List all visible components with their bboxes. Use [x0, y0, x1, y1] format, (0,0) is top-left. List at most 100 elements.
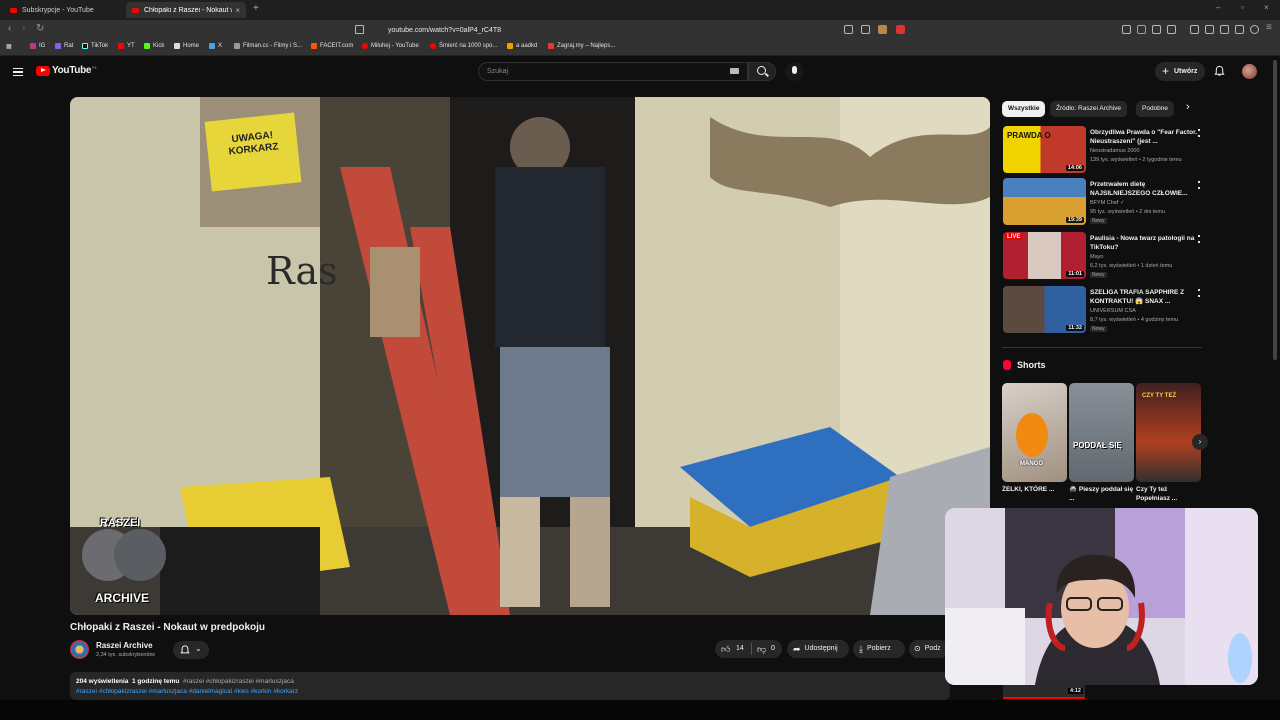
search-input[interactable]: Szukaj — [478, 62, 748, 81]
new-tab-button[interactable]: + — [253, 3, 259, 14]
bookmark-ig[interactable]: IG — [30, 43, 45, 49]
more-options-icon[interactable] — [1198, 129, 1200, 137]
channel-name[interactable]: BFYM Chef ✓ — [1090, 200, 1125, 206]
short-thumbnail[interactable]: CZY TY TEŻ — [1136, 383, 1201, 482]
short-title[interactable]: ŻELKI, KTÓRE ... — [1002, 485, 1067, 505]
media-icon[interactable] — [1190, 25, 1199, 34]
bookmark-faceit[interactable]: FACEIT.com — [311, 43, 353, 49]
close-window-icon[interactable]: × — [1264, 3, 1269, 12]
close-tab-icon[interactable]: × — [235, 6, 240, 15]
bookmark-rat[interactable]: Rat — [55, 43, 73, 49]
reload-icon[interactable]: ↻ — [36, 23, 44, 34]
video-title[interactable]: Obrzydliwa Prawda o "Fear Factor. Nieust… — [1090, 128, 1198, 146]
bookmark-kick[interactable]: Kick — [144, 43, 164, 49]
channel-name[interactable]: Mayo — [1090, 254, 1103, 260]
create-button[interactable]: + Utwórz — [1155, 62, 1205, 81]
extension-badge-icon[interactable] — [896, 25, 905, 34]
back-icon[interactable]: ‹ — [8, 23, 11, 34]
share-button[interactable]: ➦ Udostępnij — [787, 640, 849, 658]
bell-icon — [180, 645, 190, 654]
bookmark-yt[interactable]: YT — [118, 43, 135, 49]
channel-name[interactable]: UNIVERSUM CSA — [1090, 308, 1136, 314]
video-player[interactable]: UWAGA! KORKARZ Ras RASZEI ARCHIVE — [70, 97, 990, 615]
bookmark-filman[interactable]: Filman.cc - Filmy i S... — [234, 43, 302, 49]
chip-all[interactable]: Wszystkie — [1002, 101, 1046, 117]
next-video-mini-thumbnail[interactable]: 4:12 — [1003, 685, 1085, 699]
share-page-icon[interactable] — [861, 25, 870, 34]
tab-current-video[interactable]: Chłopaki z Raszei - Nokaut w × — [126, 2, 246, 18]
chevron-right-icon[interactable]: › — [1186, 101, 1190, 113]
short-thumbnail[interactable]: MANGO — [1002, 383, 1067, 482]
bookmark-home[interactable]: Home — [174, 43, 199, 49]
search-button[interactable] — [748, 62, 776, 81]
bookmark-aadkd[interactable]: a aadkd — [507, 43, 537, 49]
menu-icon[interactable]: ≡ — [1266, 22, 1272, 33]
channel-name[interactable]: Raszei Archive — [96, 641, 153, 650]
url-field[interactable]: youtube.com/watch?v=0alP4_rC4T8 — [368, 24, 908, 37]
apps-grid-icon[interactable]: ▦ — [6, 43, 12, 50]
thanks-button[interactable]: ⊙ Podz — [909, 640, 949, 658]
youtube-favicon-icon — [10, 7, 17, 13]
video-thumbnail[interactable]: LIVE 11:01 — [1003, 232, 1086, 279]
vpn-icon[interactable] — [1122, 25, 1131, 34]
account-avatar[interactable] — [1242, 64, 1257, 79]
short-item[interactable]: PODDAŁ SIĘ 🚔 Pieszy poddał się ... — [1069, 383, 1134, 505]
bookmark-smierc[interactable]: Śmierć na 1000 spo... — [430, 43, 497, 49]
recommendation-item[interactable]: PRAWDA O 14:06 Obrzydliwa Prawda o "Fear… — [1003, 126, 1208, 174]
subscription-notifications-button[interactable]: ⌄ — [173, 641, 209, 659]
video-title[interactable]: Paulisia - Nowa twarz patologii na TikTo… — [1090, 234, 1198, 252]
short-item[interactable]: CZY TY TEŻ Czy Ty też Popełniasz ... — [1136, 383, 1201, 505]
youtube-logo[interactable]: YouTube PL — [36, 65, 97, 76]
forward-icon[interactable]: › — [22, 23, 25, 34]
sidebar-icon[interactable] — [1205, 25, 1214, 34]
like-count: 14 — [736, 645, 744, 652]
extensions-icon[interactable] — [1152, 25, 1161, 34]
cast-icon[interactable] — [844, 25, 853, 34]
more-options-icon[interactable] — [1198, 235, 1200, 243]
hamburger-menu-icon[interactable] — [13, 68, 23, 76]
brave-shield-icon[interactable] — [878, 25, 887, 34]
more-options-icon[interactable] — [1198, 181, 1200, 189]
tab-subscriptions[interactable]: Subskrypcje - YouTube — [4, 2, 122, 18]
chip-source[interactable]: Źródło: Raszei Archive — [1050, 101, 1128, 117]
video-title[interactable]: SZELIGA TRAFIA SAPPHIRE Z KONTRAKTU! 😱 S… — [1090, 288, 1198, 306]
notifications-bell-icon[interactable] — [1214, 65, 1225, 77]
thumbnail-text: PRAWDA O — [1007, 131, 1051, 140]
download-button[interactable]: ⤓ Pobierz — [853, 640, 905, 658]
maximize-icon[interactable]: ▫ — [1241, 3, 1244, 12]
chip-related[interactable]: Podobne — [1136, 101, 1175, 117]
bookmark-miluhej[interactable]: Miłuhej - YouTube — [362, 43, 419, 49]
short-title[interactable]: Czy Ty też Popełniasz ... — [1136, 485, 1201, 505]
video-thumbnail[interactable]: PRAWDA O 14:06 — [1003, 126, 1086, 173]
bookmark-tiktok[interactable]: TikTok — [82, 43, 108, 49]
video-thumbnail[interactable]: 11:32 — [1003, 286, 1086, 333]
shorts-next-chevron-icon[interactable]: › — [1192, 434, 1208, 450]
short-thumbnail[interactable]: PODDAŁ SIĘ — [1069, 383, 1134, 482]
recommendation-item[interactable]: LIVE 11:01 Paulisia - Nowa twarz patolog… — [1003, 232, 1208, 280]
channel-name[interactable]: Neostradamus 2000 — [1090, 148, 1140, 154]
bookmark-x[interactable]: X — [209, 43, 222, 49]
video-title[interactable]: Przetrwałem dietę NAJSILNIEJSZEGO CZŁOWI… — [1090, 180, 1198, 198]
description-box[interactable]: 204 wyświetlenia 1 godzinę temu #raszei … — [70, 672, 950, 700]
page-scrollbar[interactable] — [1273, 60, 1277, 360]
keyboard-icon[interactable] — [730, 68, 739, 74]
video-thumbnail[interactable]: 19:39 — [1003, 178, 1086, 225]
short-title[interactable]: 🚔 Pieszy poddał się ... — [1069, 485, 1134, 505]
bookmark-zagraj[interactable]: Zagraj.my – Najleps... — [548, 43, 615, 49]
minimize-icon[interactable]: – — [1216, 3, 1220, 12]
voice-search-icon[interactable] — [785, 62, 804, 81]
wallet-icon[interactable] — [1250, 25, 1259, 34]
dislike-button[interactable]: 👎︎ 0 — [753, 640, 782, 658]
tabs-icon[interactable] — [1220, 25, 1229, 34]
screenshot-icon[interactable] — [1167, 25, 1176, 34]
recommendation-item[interactable]: 19:39 Przetrwałem dietę NAJSILNIEJSZEGO … — [1003, 178, 1208, 226]
leo-ai-icon[interactable] — [1235, 25, 1244, 34]
like-button[interactable]: 👍︎ 14 — [715, 640, 751, 658]
more-options-icon[interactable] — [1198, 289, 1200, 297]
extension-icon[interactable] — [1137, 25, 1146, 34]
bookmark-icon[interactable] — [355, 25, 364, 34]
short-item[interactable]: MANGO ŻELKI, KTÓRE ... — [1002, 383, 1067, 505]
hashtags-links[interactable]: #raszei #chłopakizraszei #marluszjaca #d… — [76, 687, 944, 697]
recommendation-item[interactable]: 11:32 SZELIGA TRAFIA SAPPHIRE Z KONTRAKT… — [1003, 286, 1208, 334]
channel-avatar[interactable] — [70, 640, 89, 659]
